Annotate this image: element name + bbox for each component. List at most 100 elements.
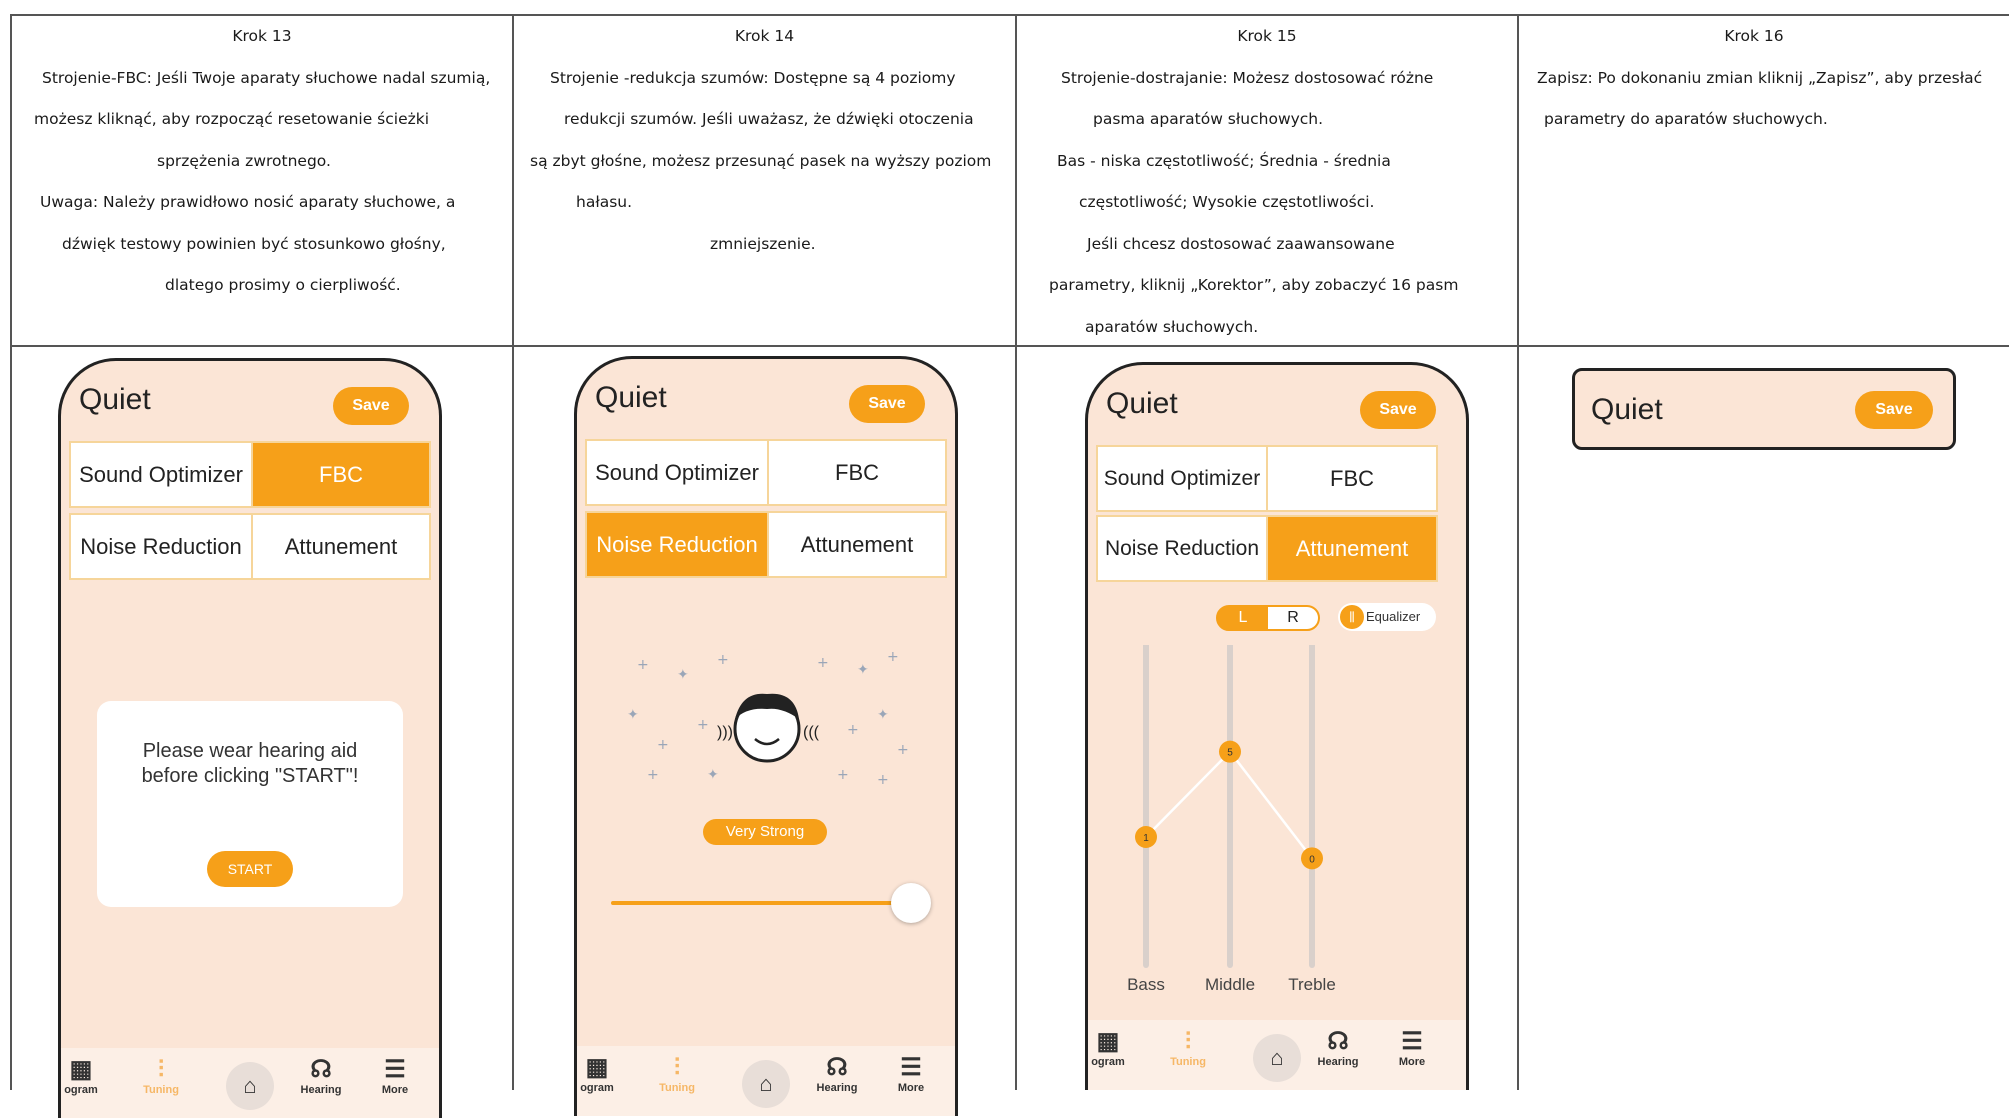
svg-text:+: + — [897, 742, 909, 758]
step-16-cell: Krok 16 Zapisz: Po dokonaniu zmian klikn… — [1519, 16, 2009, 345]
step-title: Krok 15 — [1237, 27, 1297, 45]
tab-fbc[interactable]: FBC — [251, 441, 431, 508]
menu-icon: ☰ — [900, 1054, 922, 1081]
nav-tuning[interactable]: ⫶ Tuning — [647, 1054, 707, 1094]
tab-fbc[interactable]: FBC — [1266, 445, 1438, 512]
step-text-line: parametry do aparatów słuchowych. — [1544, 110, 1828, 128]
nav-tuning[interactable]: ⫶ Tuning — [131, 1056, 191, 1096]
eq-value-label: 0 — [1309, 854, 1315, 865]
ear-icon: ☊ — [826, 1054, 848, 1081]
step-text-line: aparatów słuchowych. — [1085, 317, 1259, 336]
phone-screen-noise-reduction: Quiet Save Sound Optimizer FBC Noise Red… — [574, 356, 958, 1116]
start-button[interactable]: START — [207, 851, 293, 887]
step-title: Krok 13 — [232, 27, 292, 45]
svg-text:✦: ✦ — [877, 707, 889, 723]
noise-slider-track[interactable] — [611, 883, 931, 923]
eq-band-label: Middle — [1204, 975, 1256, 994]
tab-noise-reduction[interactable]: Noise Reduction — [1096, 515, 1268, 582]
svg-text:✦: ✦ — [677, 667, 689, 683]
svg-text:✦: ✦ — [627, 707, 639, 723]
tab-attunement[interactable]: Attunement — [767, 511, 947, 578]
step-text-line: Jeśli chcesz dostosować zaawansowane — [1087, 234, 1395, 253]
sliders-icon: ⫶ — [158, 1056, 164, 1083]
noise-slider-thumb[interactable] — [891, 883, 931, 923]
grid-icon: ▦ — [1096, 1028, 1120, 1055]
tuning-tabs: Sound Optimizer FBC Noise Reduction Attu… — [69, 441, 431, 583]
eq-value-label: 1 — [1143, 833, 1149, 844]
step-text-line: sprzężenia zwrotnego. — [157, 151, 331, 170]
eq-value-label: 5 — [1227, 748, 1233, 759]
home-icon[interactable]: ⌂ — [1253, 1034, 1301, 1082]
menu-icon: ☰ — [384, 1056, 406, 1083]
save-button[interactable]: Save — [849, 385, 925, 423]
svg-text:+: + — [717, 652, 729, 668]
menu-icon: ☰ — [1401, 1028, 1423, 1055]
nav-program[interactable]: ▦ ogram — [1088, 1028, 1138, 1068]
phone-screen-attunement: Quiet Save Sound Optimizer FBC Noise Red… — [1085, 362, 1469, 1090]
step-text-line: Zapisz: Po dokonaniu zmian kliknij „Zapi… — [1537, 68, 1983, 87]
nav-hearing[interactable]: ☊ Hearing — [1308, 1028, 1368, 1068]
row-divider — [10, 345, 2009, 347]
eq-band-labels: Bass Middle Treble — [1088, 975, 1466, 999]
step-text-line: dlatego prosimy o cierpliwość. — [165, 276, 401, 294]
tab-fbc[interactable]: FBC — [767, 439, 947, 506]
right-ear-button[interactable]: R — [1268, 607, 1318, 629]
tuning-tabs: Sound Optimizer FBC Noise Reduction Attu… — [1096, 445, 1458, 587]
program-title: Quiet — [1591, 393, 1663, 426]
equalizer-button[interactable]: ⫼ Equalizer — [1338, 603, 1436, 631]
bottom-nav: ▦ ogram ⫶ Tuning ⌂ ☊ Hearing ☰ More — [1088, 1020, 1466, 1090]
fbc-dialog-message: Please wear hearing aid before clicking … — [141, 740, 359, 787]
equalizer-icon: ⫼ — [1340, 605, 1364, 629]
ear-icon: ☊ — [1327, 1028, 1349, 1055]
svg-text:+: + — [837, 767, 849, 783]
tab-noise-reduction[interactable]: Noise Reduction — [585, 511, 769, 578]
nav-hearing[interactable]: ☊ Hearing — [291, 1056, 351, 1096]
tab-sound-optimizer[interactable]: Sound Optimizer — [69, 441, 253, 508]
nav-more[interactable]: ☰ More — [881, 1054, 941, 1094]
step-text-line: dźwięk testowy powinien być stosunkowo g… — [62, 234, 446, 253]
nav-more[interactable]: ☰ More — [1382, 1028, 1442, 1068]
step-title: Krok 14 — [734, 27, 795, 45]
grid-icon: ▦ — [585, 1054, 609, 1081]
tab-attunement[interactable]: Attunement — [1266, 515, 1438, 582]
step-text-line: Strojenie-dostrajanie: Możesz dostosować… — [1061, 68, 1434, 87]
step-13-cell: Krok 13 Strojenie-FBC: Jeśli Twoje apara… — [12, 16, 512, 345]
svg-text:))): ))) — [717, 724, 733, 741]
tab-sound-optimizer[interactable]: Sound Optimizer — [1096, 445, 1268, 512]
tuning-tabs: Sound Optimizer FBC Noise Reduction Attu… — [585, 439, 947, 581]
nav-tuning[interactable]: ⫶ Tuning — [1158, 1028, 1218, 1068]
bottom-nav: ▦ ogram ⫶ Tuning ⌂ ☊ Hearing ☰ More — [577, 1046, 955, 1116]
svg-text:(((: ((( — [803, 724, 820, 741]
home-icon[interactable]: ⌂ — [742, 1060, 790, 1108]
save-button[interactable]: Save — [333, 387, 409, 425]
tab-sound-optimizer[interactable]: Sound Optimizer — [585, 439, 769, 506]
step-text-line: możesz kliknąć, aby rozpocząć resetowani… — [34, 110, 430, 128]
step-title: Krok 16 — [1724, 27, 1784, 45]
eq-band-label: Treble — [1288, 975, 1336, 994]
sliders-icon: ⫶ — [674, 1054, 680, 1081]
sliders-icon: ⫶ — [1185, 1028, 1191, 1055]
step-text-line: Strojenie -redukcja szumów: Dostępne są … — [550, 68, 956, 87]
tab-noise-reduction[interactable]: Noise Reduction — [69, 513, 253, 580]
noise-level-badge: Very Strong — [703, 819, 827, 845]
fbc-dialog: Please wear hearing aid before clicking … — [97, 701, 403, 907]
save-button[interactable]: Save — [1360, 391, 1436, 429]
save-header-crop: Quiet Save — [1572, 368, 1956, 450]
home-icon[interactable]: ⌂ — [226, 1062, 274, 1110]
save-button[interactable]: Save — [1855, 391, 1933, 429]
svg-text:+: + — [647, 767, 659, 783]
step-15-cell: Krok 15 Strojenie-dostrajanie: Możesz do… — [1017, 16, 1517, 345]
step-text-line: częstotliwość; Wysokie częstotliwości. — [1079, 193, 1375, 211]
left-ear-button[interactable]: L — [1218, 607, 1268, 629]
svg-text:✦: ✦ — [707, 767, 719, 783]
eq-chart: 1 5 0 — [1135, 645, 1323, 968]
program-title: Quiet — [1106, 387, 1178, 420]
step-text-line: parametry, kliknij „Korektor”, aby zobac… — [1049, 276, 1459, 294]
svg-text:+: + — [847, 722, 859, 738]
tab-attunement[interactable]: Attunement — [251, 513, 431, 580]
nav-program[interactable]: ▦ ogram — [61, 1056, 111, 1096]
nav-program[interactable]: ▦ ogram — [577, 1054, 627, 1094]
nav-more[interactable]: ☰ More — [365, 1056, 425, 1096]
nav-hearing[interactable]: ☊ Hearing — [807, 1054, 867, 1094]
svg-text:+: + — [657, 737, 669, 753]
